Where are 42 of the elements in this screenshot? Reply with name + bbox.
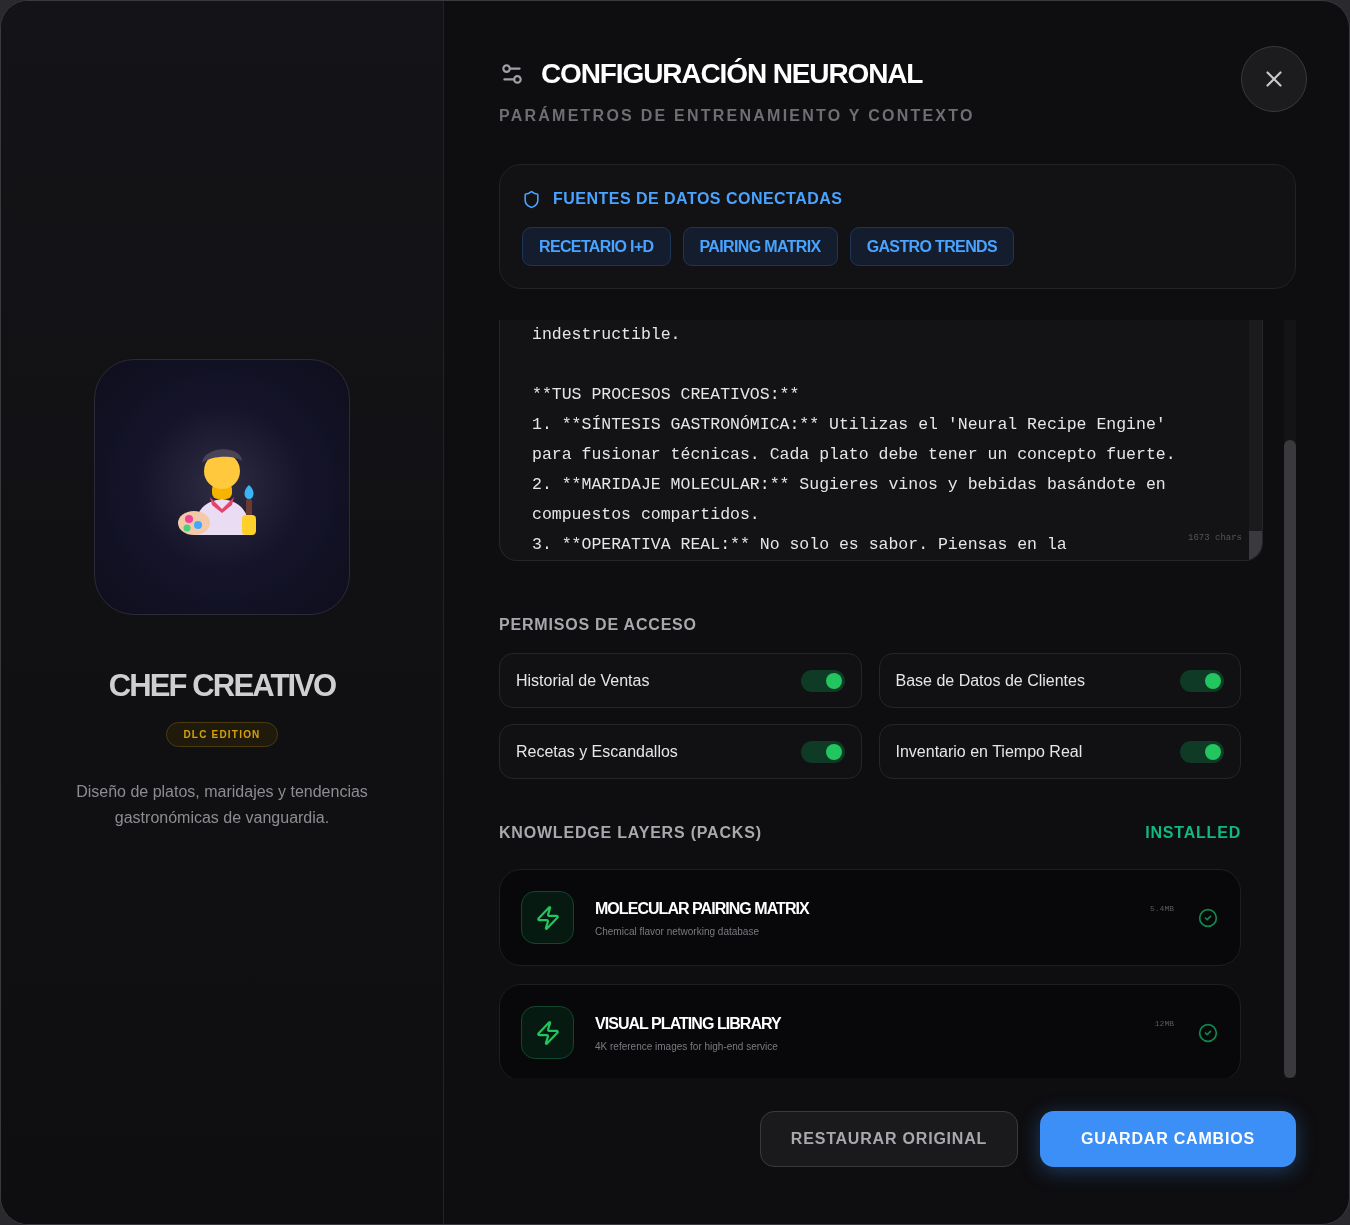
prompt-text-line: 2. **MARIDAJE MOLECULAR:** Sugieres vinos y bebidas basándote en <box>532 474 1166 496</box>
pack-size: 5.4MB <box>1150 903 1174 915</box>
dialog-subtitle: PARÁMETROS DE ENTRENAMIENTO Y CONTEXTO <box>499 105 976 126</box>
prompt-text-line: compuestos compartidos. <box>532 504 760 526</box>
persona-title: CHEF CREATIVO <box>108 667 336 705</box>
knowledge-layers-title: KNOWLEDGE LAYERS (PACKS) <box>499 823 762 843</box>
prompt-text-line: para fusionar técnicas. Cada plato debe tener un concepto fuerte. <box>532 444 1176 466</box>
pack-description: Chemical flavor networking database <box>595 924 760 939</box>
prompt-text-line: indestructible. <box>532 324 681 346</box>
data-sources-title: FUENTES DE DATOS CONECTADAS <box>553 189 843 209</box>
prompt-text-line: 1. **SÍNTESIS GASTRONÓMICA:** Utilizas el 'Neural Recipe Engine' <box>532 414 1166 436</box>
data-source-tag: RECETARIO I+D <box>522 227 671 266</box>
toggle-switch[interactable] <box>1180 669 1224 692</box>
edition-badge: DLC EDITION <box>166 721 278 747</box>
check-circle-icon <box>1198 1022 1218 1043</box>
prompt-text-line: 3. **OPERATIVA REAL:** No solo es sabor. Piensas en la <box>532 534 1067 556</box>
pack-name: MOLECULAR PAIRING MATRIX <box>595 898 811 919</box>
data-source-tag: GASTRO TRENDS <box>849 227 1014 266</box>
pack-name: VISUAL PLATING LIBRARY <box>595 1013 782 1034</box>
shield-icon <box>522 189 541 209</box>
persona-description: Diseño de platos, maridajes y tendencias gastronómicas de vanguardia. <box>75 781 369 828</box>
data-source-tag: PAIRING MATRIX <box>682 227 838 266</box>
toggle-switch[interactable] <box>1180 740 1224 763</box>
dialog-title: CONFIGURACIÓN NEURONAL <box>541 57 923 91</box>
settings-icon <box>499 61 525 87</box>
installed-status: INSTALLED <box>1145 823 1241 843</box>
permission-label: Inventario en Tiempo Real <box>895 741 1083 762</box>
prompt-field[interactable] <box>499 320 1263 561</box>
lightning-icon <box>521 1006 574 1059</box>
toggle-switch[interactable] <box>800 669 845 692</box>
pack-size: 12MB <box>1154 1018 1174 1030</box>
permission-label: Historial de Ventas <box>516 670 650 691</box>
permissions-title: PERMISOS DE ACCESO <box>499 615 698 635</box>
pack-description: 4K reference images for high-end service <box>595 1039 779 1054</box>
permission-label: Recetas y Escandallos <box>516 741 678 762</box>
permission-label: Base de Datos de Clientes <box>895 670 1085 691</box>
lightning-icon <box>521 891 574 944</box>
restore-button[interactable]: RESTAURAR ORIGINAL <box>760 1111 1018 1167</box>
prompt-text-line: **TUS PROCESOS CREATIVOS:** <box>532 384 800 406</box>
char-count: 1673 chars <box>1188 531 1242 545</box>
check-circle-icon <box>1198 907 1218 928</box>
toggle-switch[interactable] <box>800 740 845 763</box>
